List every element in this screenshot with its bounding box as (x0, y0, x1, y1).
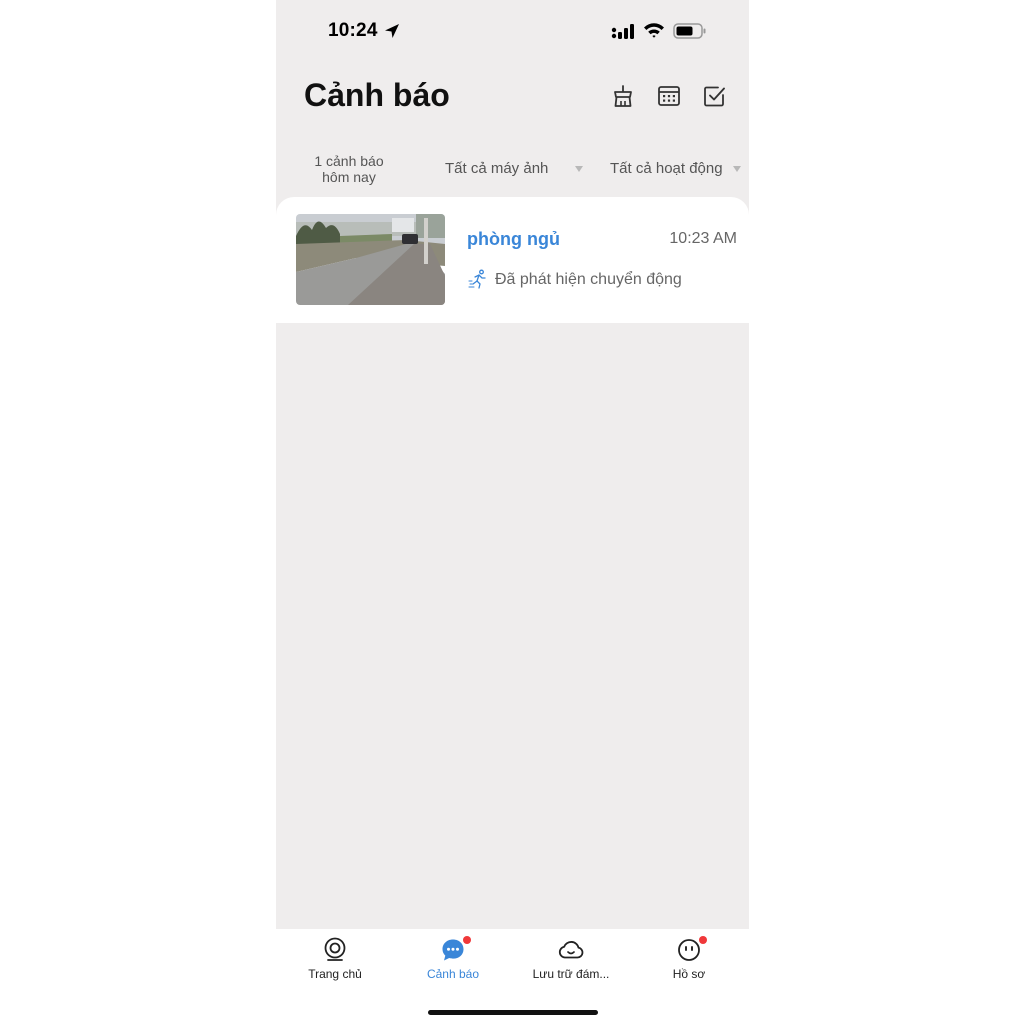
location-arrow-icon (385, 24, 399, 38)
tab-alerts-label: Cảnh báo (426, 967, 480, 981)
alert-timestamp: 10:23 AM (669, 230, 737, 247)
alert-camera-name: phòng ngủ (467, 229, 560, 249)
page-title: Cảnh báo (304, 77, 450, 113)
cloud-icon (558, 941, 584, 959)
home-indicator (428, 1010, 598, 1015)
tab-cloud-storage-label: Lưu trữ đám... (532, 967, 610, 981)
chevron-down-icon (733, 166, 741, 172)
tab-profile[interactable]: Hồ sơ (630, 936, 748, 981)
clean-brush-icon (614, 85, 632, 107)
select-mode-button[interactable] (701, 82, 729, 110)
camera-lens-icon (324, 937, 346, 961)
checkbox-select-icon (704, 86, 725, 107)
running-person-motion-icon (468, 269, 486, 289)
today-count-line2: hôm nay (322, 169, 376, 185)
cellular-signal-icon (611, 24, 634, 39)
notification-badge (463, 936, 471, 944)
status-bar: 10:24 (276, 0, 749, 62)
smiley-face-icon (678, 939, 700, 961)
clean-button[interactable] (609, 82, 637, 110)
tab-home-label: Trang chủ (308, 967, 362, 981)
tab-alerts[interactable]: Cảnh báo (394, 936, 512, 981)
today-alert-count: 1 cảnh báo hôm nay (301, 153, 397, 185)
alert-thumbnail[interactable] (296, 214, 445, 305)
chevron-down-icon (575, 166, 583, 172)
wifi-icon (644, 23, 664, 38)
alert-list-item[interactable]: phòng ngủ 10:23 AM Đã phát hiện chuyển đ… (276, 197, 749, 323)
camera-snapshot-image (296, 214, 445, 305)
phone-screen: 10:24 Cảnh báo 1 cảnh báo hôm nay Tất cả… (276, 0, 749, 1024)
tab-cloud-storage[interactable]: Lưu trữ đám... (512, 937, 630, 981)
chat-bubble-icon (442, 939, 464, 961)
status-time: 10:24 (328, 20, 378, 41)
tab-home[interactable]: Trang chủ (276, 937, 394, 981)
notification-badge (699, 936, 707, 944)
activity-filter-dropdown[interactable]: Tất cả hoạt động (610, 160, 723, 177)
today-count-line1: 1 cảnh báo (314, 153, 384, 169)
bottom-tab-bar: Trang chủ Cảnh báo Lưu trữ đám... Hồ sơ (276, 929, 749, 1024)
alert-description: Đã phát hiện chuyển động (495, 271, 682, 288)
battery-icon (673, 23, 706, 39)
calendar-button[interactable] (655, 82, 683, 110)
camera-filter-dropdown[interactable]: Tất cả máy ảnh (445, 160, 548, 177)
tab-profile-label: Hồ sơ (672, 967, 706, 981)
calendar-icon (658, 86, 680, 106)
